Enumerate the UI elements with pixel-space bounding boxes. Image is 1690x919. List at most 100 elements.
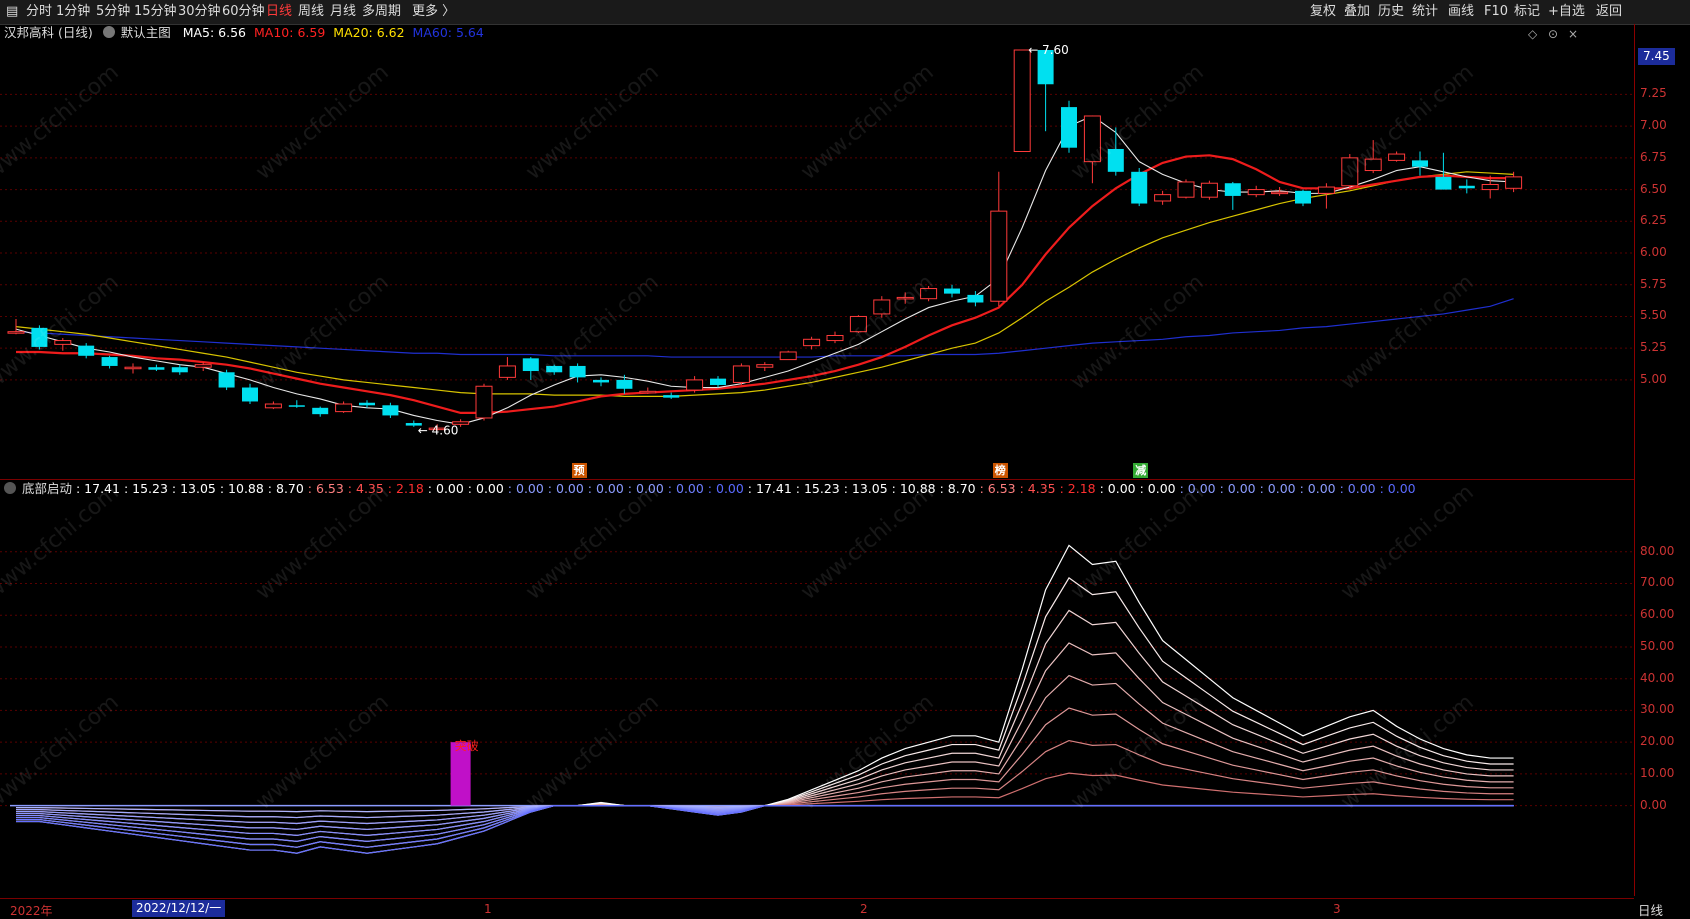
indicator-line	[16, 577, 1514, 848]
indicator-value: : 6.53	[303, 481, 344, 496]
breakout-label: 突破	[455, 738, 479, 753]
period-label: 日线	[1638, 903, 1664, 918]
candle	[171, 364, 188, 375]
toolbar-right-6[interactable]: 标记	[1514, 3, 1540, 21]
candle	[1224, 181, 1241, 210]
tab-4[interactable]: 30分钟	[178, 3, 221, 21]
candlestick-chart[interactable]: ← 7.60 ← 4.60	[0, 42, 1634, 482]
price-axis-label: 7.00	[1640, 118, 1667, 133]
candle	[1131, 168, 1148, 207]
candle	[1037, 50, 1054, 132]
indicator-value: : 13.05	[839, 481, 888, 496]
indicator-value: : 17.41	[75, 481, 120, 496]
toolbar-right-4[interactable]: 画线	[1448, 3, 1474, 21]
settings-circle-icon[interactable]: ⊙	[1548, 27, 1558, 41]
stock-title[interactable]: 汉邦高科 (日线)	[4, 25, 93, 40]
menu-icon[interactable]: ▤	[6, 3, 18, 21]
collapse-icon[interactable]	[4, 482, 16, 494]
candle	[990, 171, 1008, 307]
indicator-value: : 0.00	[703, 481, 744, 496]
candle	[78, 343, 95, 359]
toolbar-right-8[interactable]: 返回	[1596, 3, 1622, 21]
toolbar-right-1[interactable]: 叠加	[1344, 3, 1370, 21]
indicator-negative-line	[16, 805, 1514, 854]
indicator-axis-label: 70.00	[1640, 575, 1675, 590]
indicator-line	[16, 544, 1514, 854]
candle	[1364, 140, 1382, 174]
indicator-value: : 8.70	[263, 481, 304, 496]
tab-8[interactable]: 月线	[330, 3, 356, 21]
indicator-negative-line	[16, 805, 1514, 825]
candle	[1154, 190, 1172, 205]
indicator-value: : 0.00	[1255, 481, 1296, 496]
indicator-value: : 0.00	[503, 481, 544, 496]
indicator-axis-label: 10.00	[1640, 765, 1675, 780]
tab-10[interactable]: 更多 〉	[412, 3, 455, 21]
candle	[826, 331, 844, 344]
template-icon[interactable]	[102, 26, 115, 38]
price-axis-label: 5.25	[1640, 340, 1667, 355]
candle	[1505, 171, 1523, 193]
candle	[616, 374, 633, 394]
candle	[1412, 151, 1428, 176]
candle	[593, 377, 609, 387]
candle	[944, 284, 960, 298]
indicator-axis-label: 50.00	[1640, 638, 1675, 653]
indicator-axis-label: 40.00	[1640, 670, 1675, 685]
ma5-line	[15, 115, 1514, 425]
indicator-value: : 2.18	[383, 481, 424, 496]
toolbar-right-5[interactable]: F10	[1484, 3, 1508, 21]
candle	[312, 406, 329, 417]
indicator-info: 底部启动 : 17.41 : 15.23 : 13.05 : 10.88 : 8…	[0, 480, 1416, 498]
toolbar-right-7[interactable]: +自选	[1548, 3, 1585, 21]
tab-9[interactable]: 多周期	[362, 3, 401, 21]
indicator-value: : 0.00	[1095, 481, 1136, 496]
indicator-value: : 2.18	[1055, 481, 1096, 496]
ma-ma10-label: MA10: 6.59	[254, 25, 326, 40]
candle	[896, 292, 914, 304]
indicator-value: : 15.23	[791, 481, 840, 496]
close-icon[interactable]: ×	[1568, 27, 1578, 41]
signal-marker: 预	[571, 463, 587, 478]
candle	[1247, 185, 1265, 198]
candle	[1388, 151, 1406, 162]
candle	[967, 291, 984, 307]
candle	[1013, 49, 1031, 153]
month-label-1: 1	[484, 902, 492, 916]
toolbar-right-0[interactable]: 复权	[1310, 3, 1336, 21]
tab-0[interactable]: 分时	[26, 3, 52, 21]
tab-7[interactable]: 周线	[298, 3, 324, 21]
high-price-label: ← 7.60	[1028, 43, 1069, 57]
indicator-name[interactable]: 底部启动	[22, 481, 72, 496]
signal-marker: 榜	[992, 463, 1008, 478]
toolbar-right-2[interactable]: 历史	[1378, 3, 1404, 21]
tab-5[interactable]: 60分钟	[222, 3, 265, 21]
indicator-axis-label: 60.00	[1640, 607, 1675, 622]
candle	[288, 400, 305, 408]
candle	[475, 383, 493, 421]
template-name[interactable]: 默认主图	[121, 25, 171, 40]
toolbar-right-3[interactable]: 统计	[1412, 3, 1438, 21]
indicator-axis-label: 80.00	[1640, 543, 1675, 558]
price-axis-label: 7.25	[1640, 86, 1667, 101]
ma10-line	[16, 154, 1514, 414]
indicator-negative-line	[16, 805, 1514, 848]
tab-1[interactable]: 1分钟	[56, 3, 90, 21]
indicator-value: : 0.00	[1375, 481, 1416, 496]
indicator-value: : 0.00	[1335, 481, 1376, 496]
year-label: 2022年	[10, 904, 53, 918]
tab-6[interactable]: 日线	[266, 3, 292, 21]
tab-2[interactable]: 5分钟	[96, 3, 130, 21]
ma-ma60-label: MA60: 5.64	[412, 25, 484, 40]
indicator-value: : 0.00	[1295, 481, 1336, 496]
indicator-negative-line	[16, 805, 1514, 837]
indicator-value: : 13.05	[167, 481, 216, 496]
candle	[1341, 154, 1359, 190]
indicator-value: : 0.00	[663, 481, 704, 496]
diamond-icon[interactable]: ◇	[1528, 27, 1537, 41]
indicator-value: : 0.00	[1175, 481, 1216, 496]
indicator-value: : 0.00	[1135, 481, 1176, 496]
candle	[732, 363, 750, 385]
tab-3[interactable]: 15分钟	[134, 3, 177, 21]
indicator-chart[interactable]: 突破	[0, 500, 1634, 896]
